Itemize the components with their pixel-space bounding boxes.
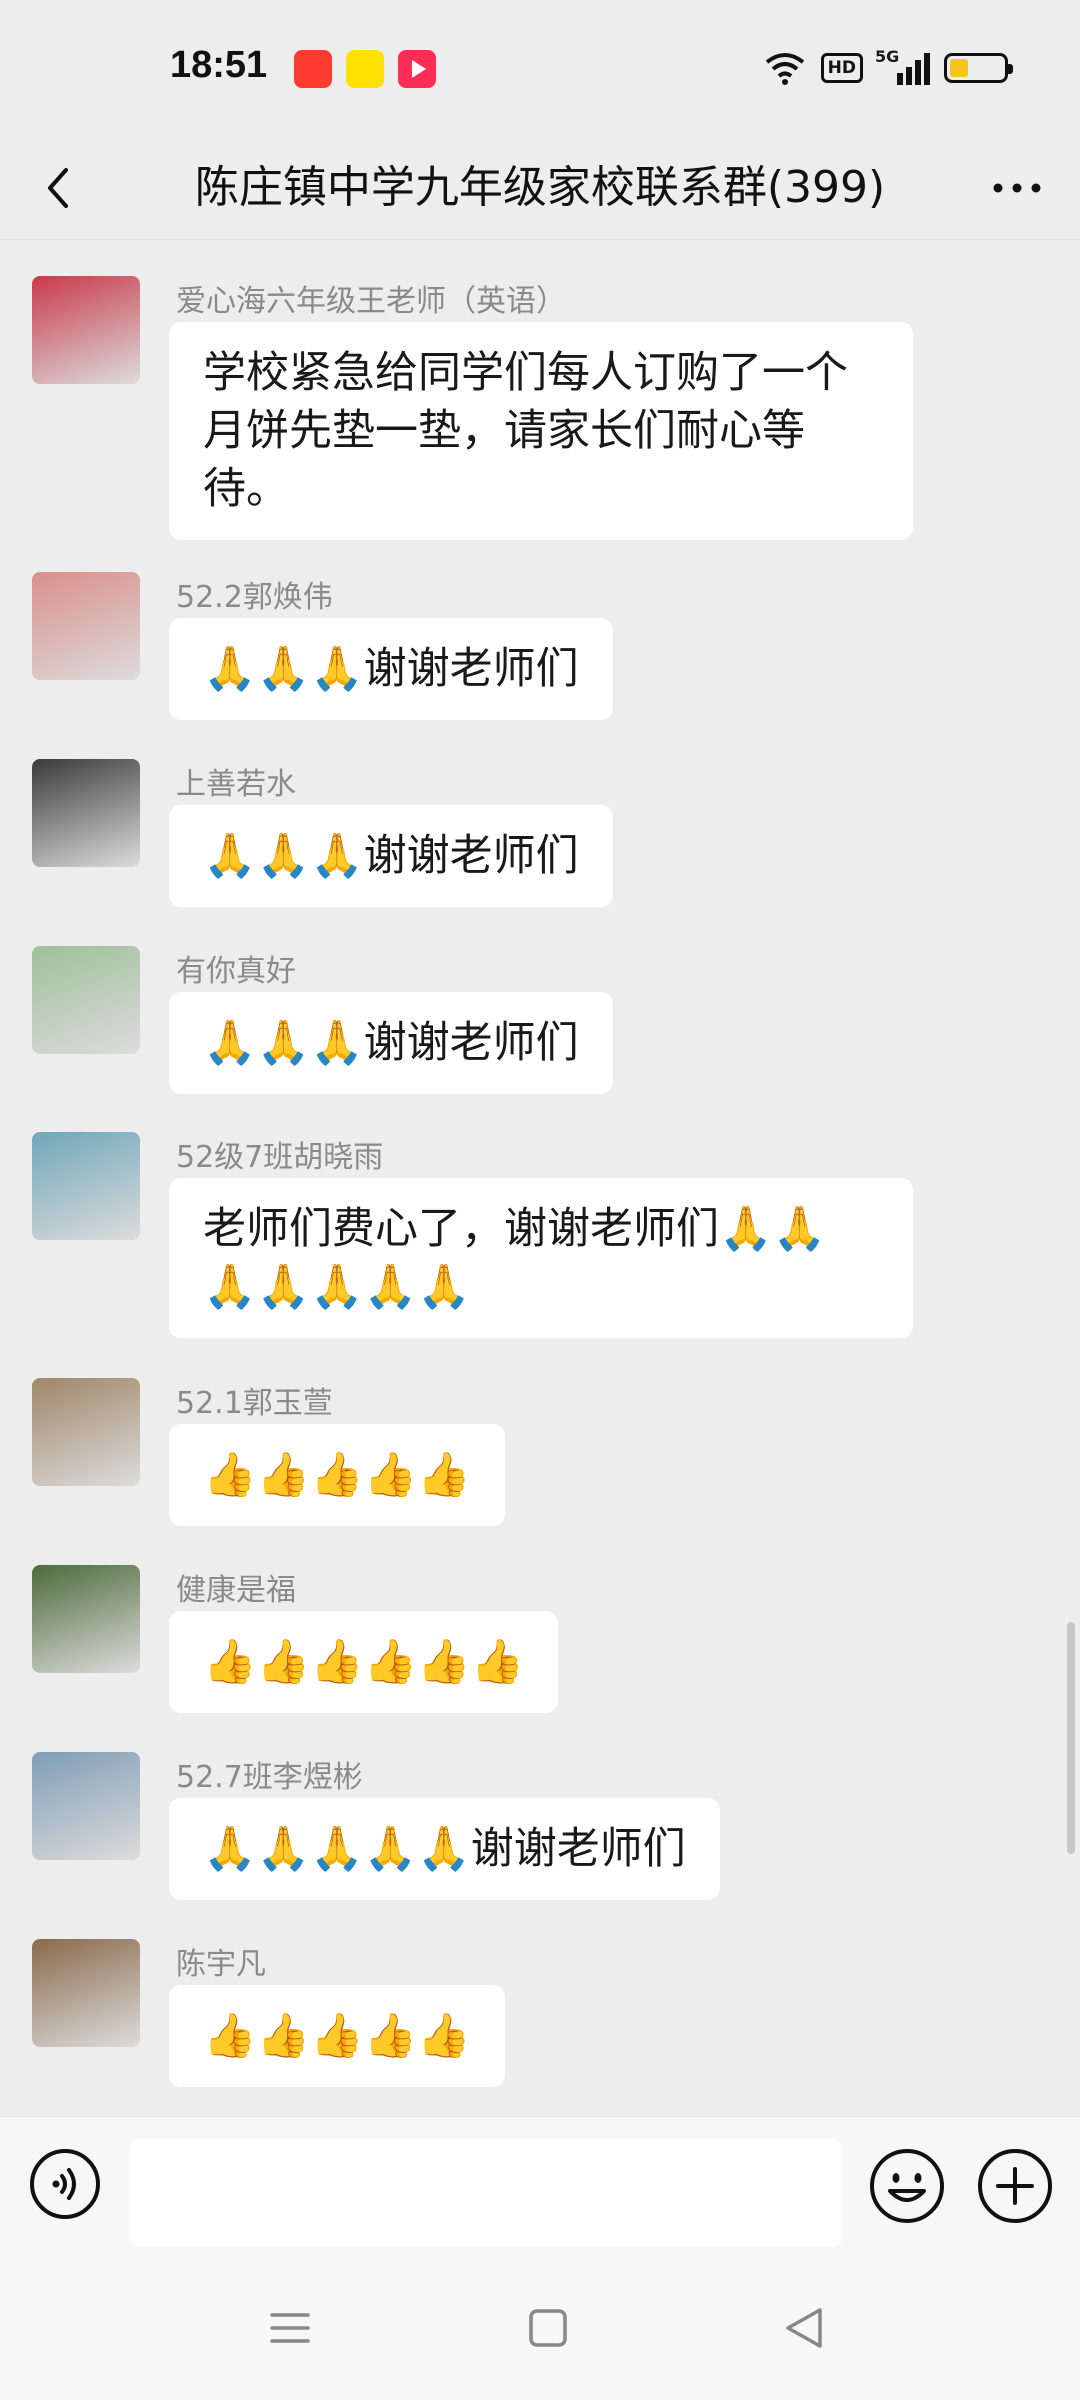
- message-bubble[interactable]: 👍👍👍👍👍👍: [169, 1611, 559, 1713]
- battery-fill: [950, 59, 969, 77]
- message-list[interactable]: 爱心海六年级王老师（英语） 学校紧急给同学们每人订购了一个月饼先垫一垫，请家长们…: [0, 240, 1080, 2116]
- voice-button[interactable]: [28, 2147, 102, 2221]
- avatar[interactable]: [32, 946, 140, 1054]
- chat-title: 陈庄镇中学九年级家校联系群(399): [194, 162, 886, 213]
- avatar[interactable]: [32, 1565, 140, 1673]
- system-nav-bar: [0, 2256, 1080, 2400]
- voice-icon: [30, 2149, 100, 2219]
- more-dots-icon: [993, 183, 1041, 193]
- message-bubble[interactable]: 🙏🙏🙏谢谢老师们: [169, 805, 613, 907]
- message-bubble[interactable]: 🙏🙏🙏🙏🙏谢谢老师们: [169, 1798, 720, 1900]
- sender-name: 陈宇凡: [176, 1947, 266, 1982]
- emoji-icon: [870, 2149, 944, 2223]
- yy-app-icon: [346, 50, 384, 88]
- message-bubble[interactable]: 👍👍👍👍👍: [169, 1424, 505, 1526]
- avatar[interactable]: [32, 1752, 140, 1860]
- avatar[interactable]: [32, 759, 140, 867]
- battery-icon: [944, 53, 1013, 83]
- message-bubble[interactable]: 老师们费心了，谢谢老师们🙏🙏🙏🙏🙏🙏🙏: [169, 1178, 913, 1338]
- sender-name: 52.7班李煜彬: [176, 1760, 363, 1795]
- message-bubble[interactable]: 👍👍👍👍👍: [169, 1985, 505, 2087]
- nav-menu-button[interactable]: [268, 2306, 312, 2350]
- avatar[interactable]: [32, 1132, 140, 1240]
- back-triangle-icon: [786, 2308, 822, 2348]
- sender-name: 上善若水: [176, 767, 296, 802]
- video-app-icon: [398, 50, 436, 88]
- avatar[interactable]: [32, 1378, 140, 1486]
- more-button[interactable]: [982, 158, 1052, 218]
- more-actions-button[interactable]: [976, 2147, 1054, 2225]
- nav-home-button[interactable]: [526, 2306, 570, 2350]
- nav-back-button[interactable]: [782, 2304, 826, 2352]
- message-bubble[interactable]: 🙏🙏🙏谢谢老师们: [169, 618, 613, 720]
- chat-header: 陈庄镇中学九年级家校联系群(399): [0, 136, 1080, 240]
- sender-name: 健康是福: [176, 1573, 296, 1608]
- message-bubble[interactable]: 🙏🙏🙏谢谢老师们: [169, 992, 613, 1094]
- status-time: 18:51: [170, 44, 268, 86]
- status-indicators: HD 5G: [763, 47, 1013, 88]
- signal-icon: 5G: [875, 47, 930, 85]
- plus-icon: [978, 2149, 1052, 2223]
- hd-badge: HD: [820, 53, 863, 83]
- emoji-button[interactable]: [868, 2147, 946, 2225]
- input-bar: [0, 2116, 1080, 2256]
- avatar[interactable]: [32, 276, 140, 384]
- wifi-icon: [765, 53, 804, 85]
- avatar[interactable]: [32, 1939, 140, 2047]
- sender-name: 52.2郭焕伟: [176, 580, 333, 615]
- sender-name: 52级7班胡晓雨: [176, 1140, 384, 1175]
- sender-name: 爱心海六年级王老师（英语）: [176, 284, 566, 319]
- sender-name: 有你真好: [176, 954, 296, 989]
- scrollbar-thumb[interactable]: [1067, 1622, 1075, 1854]
- chevron-left-icon: [48, 168, 68, 208]
- home-icon: [529, 2309, 567, 2347]
- avatar[interactable]: [32, 572, 140, 680]
- menu-icon: [270, 2313, 310, 2343]
- status-bar: 18:51 HD 5G: [0, 0, 1080, 136]
- back-button[interactable]: [30, 158, 90, 218]
- message-input[interactable]: [130, 2139, 842, 2247]
- message-bubble[interactable]: 学校紧急给同学们每人订购了一个月饼先垫一垫，请家长们耐心等待。: [169, 322, 913, 540]
- network-type-label: 5G: [875, 47, 900, 66]
- du-app-icon: [294, 50, 332, 88]
- sender-name: 52.1郭玉萱: [176, 1386, 333, 1421]
